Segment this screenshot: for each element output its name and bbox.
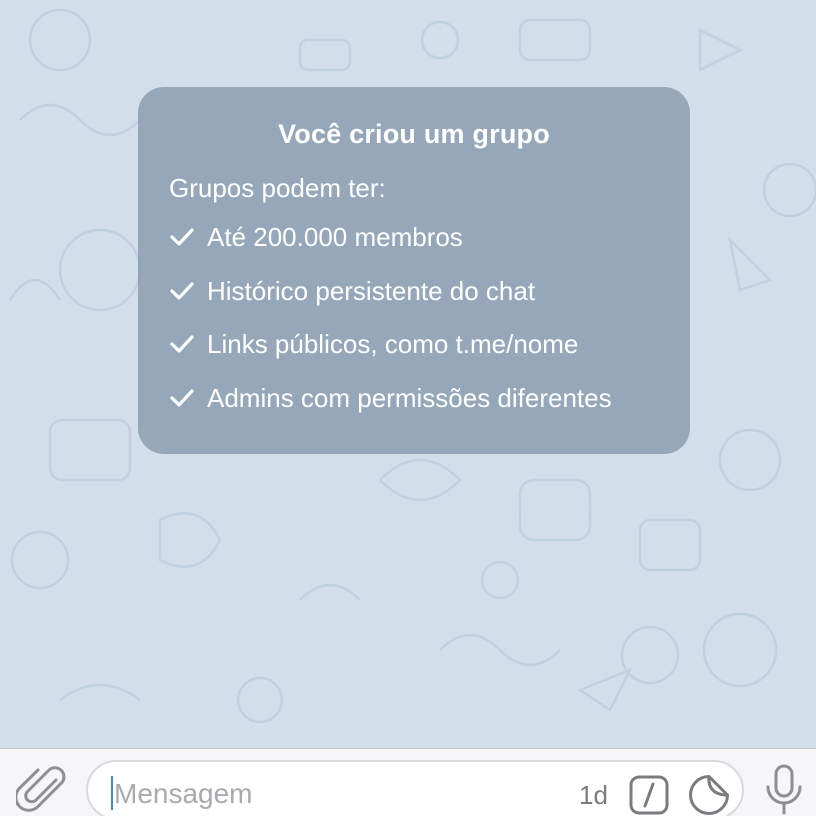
message-input[interactable]: Mensagem 1d [86,760,744,816]
microphone-icon[interactable] [764,763,804,815]
feature-label: Até 200.000 membros [207,221,463,252]
feature-label: Links públicos, como t.me/nome [207,328,579,359]
card-title: Você criou um grupo [278,119,550,149]
feature-item: Histórico persistente do chat [169,275,535,307]
feature-label: Admins com permissões diferentes [207,382,612,413]
card-subtitle: Grupos podem ter: [169,173,386,203]
feature-item: Links públicos, como t.me/nome [169,328,578,360]
sticker-icon[interactable] [688,774,730,816]
chat-screen: Você criou um grupo Grupos podem ter: At… [0,0,816,816]
feature-label: Histórico persistente do chat [207,275,536,306]
group-created-card: Você criou um grupo Grupos podem ter: At… [138,87,690,454]
check-icon [170,389,194,407]
message-composer: Mensagem 1d [0,748,816,816]
feature-item: Admins com permissões diferentes [169,382,612,414]
feature-item: Até 200.000 membros [169,221,463,253]
check-icon [170,282,194,300]
text-caret [111,776,113,810]
check-icon [170,228,194,246]
message-placeholder: Mensagem [114,778,253,809]
paperclip-icon[interactable] [16,763,68,813]
self-destruct-timer-button[interactable]: 1d [579,780,608,811]
slash-command-icon[interactable] [629,775,669,815]
check-icon [170,335,194,353]
